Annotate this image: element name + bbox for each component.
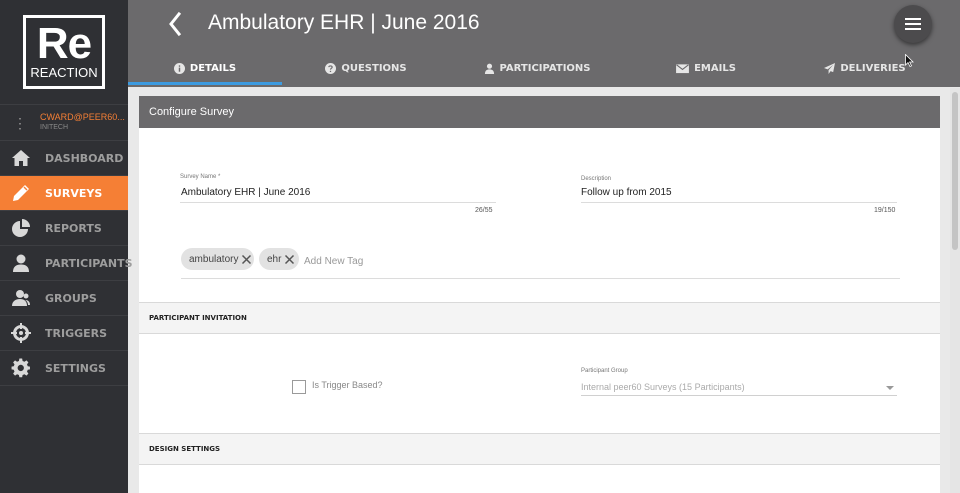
tab-emails[interactable]: EMAILS bbox=[624, 53, 788, 84]
tab-label: DELIVERIES bbox=[840, 63, 906, 74]
user-icon bbox=[484, 63, 494, 74]
tab-label: PARTICIPATIONS bbox=[499, 63, 591, 74]
question-icon bbox=[325, 63, 337, 74]
scrollbar-thumb[interactable] bbox=[952, 92, 958, 250]
pencil-icon bbox=[11, 183, 31, 203]
tag-label: ehr bbox=[267, 253, 282, 265]
menu-line bbox=[905, 28, 921, 30]
sidebar-item-settings[interactable]: SETTINGS bbox=[0, 351, 128, 386]
description-underline bbox=[581, 202, 897, 203]
sidebar-item-participants[interactable]: PARTICIPANTS bbox=[0, 246, 133, 281]
sidebar-item-label: PARTICIPANTS bbox=[45, 256, 133, 270]
menu-line bbox=[905, 23, 921, 25]
crosshair-icon bbox=[11, 323, 31, 343]
sidebar-item-dashboard[interactable]: DASHBOARD bbox=[0, 141, 128, 176]
sidebar-item-triggers[interactable]: TRIGGERS bbox=[0, 316, 128, 351]
description-label: Description bbox=[581, 176, 612, 182]
sidebar-item-surveys[interactable]: SURVEYS bbox=[0, 176, 128, 211]
user-organization: INITECH bbox=[40, 124, 68, 131]
user-icon bbox=[11, 253, 31, 273]
tag-label: ambulatory bbox=[189, 253, 239, 265]
trigger-based-label: Is Trigger Based? bbox=[312, 380, 383, 390]
app-header: Ambulatory EHR | June 2016 DETAILS QUEST… bbox=[128, 0, 960, 87]
gear-icon bbox=[11, 358, 31, 378]
sidebar-item-label: SETTINGS bbox=[45, 361, 106, 375]
tab-deliveries[interactable]: DELIVERIES bbox=[788, 53, 942, 84]
tab-label: QUESTIONS bbox=[341, 63, 407, 74]
sidebar-item-label: TRIGGERS bbox=[45, 326, 108, 340]
page-title: Ambulatory EHR | June 2016 bbox=[208, 11, 480, 34]
sidebar-item-groups[interactable]: GROUPS bbox=[0, 281, 128, 316]
more-vertical-icon[interactable]: ⋮ bbox=[0, 116, 40, 130]
design-settings-header: DESIGN SETTINGS bbox=[139, 433, 940, 465]
survey-name-underline bbox=[180, 202, 496, 203]
active-tab-indicator bbox=[128, 82, 282, 85]
paper-plane-icon bbox=[824, 63, 836, 74]
tag-chip-ehr: ehr bbox=[259, 248, 299, 270]
reaction-logo[interactable]: Re REACTION bbox=[23, 15, 105, 89]
pie-chart-icon bbox=[11, 218, 31, 238]
user-account[interactable]: ⋮ CWARD@PEER60... INITECH bbox=[0, 105, 128, 141]
menu-line bbox=[905, 18, 921, 20]
trigger-based-checkbox[interactable] bbox=[292, 380, 306, 394]
tab-questions[interactable]: QUESTIONS bbox=[282, 53, 450, 84]
survey-name-label: Survey Name * bbox=[180, 174, 221, 180]
sidebar-item-label: SURVEYS bbox=[45, 186, 103, 200]
participant-group-underline bbox=[581, 395, 897, 396]
user-email: CWARD@PEER60... bbox=[40, 112, 125, 122]
tab-details[interactable]: DETAILS bbox=[128, 53, 282, 84]
close-icon[interactable] bbox=[284, 254, 295, 265]
home-icon bbox=[11, 148, 31, 168]
survey-tabs: DETAILS QUESTIONS PARTICIPATIONS EMAILS … bbox=[128, 53, 960, 84]
survey-name-counter: 26/55 bbox=[475, 207, 493, 214]
close-icon[interactable] bbox=[241, 254, 252, 265]
info-icon bbox=[173, 63, 185, 74]
tab-label: DETAILS bbox=[189, 63, 237, 74]
mouse-cursor-icon bbox=[905, 54, 914, 67]
logo-wordmark: REACTION bbox=[30, 65, 98, 80]
sidebar-item-label: GROUPS bbox=[45, 291, 97, 305]
description-counter: 19/150 bbox=[874, 207, 896, 214]
tag-chip-ambulatory: ambulatory bbox=[181, 248, 254, 270]
add-tag-input[interactable]: Add New Tag bbox=[304, 256, 363, 267]
survey-name-input[interactable]: Ambulatory EHR | June 2016 bbox=[181, 187, 310, 198]
participant-invitation-header: PARTICIPANT INVITATION bbox=[139, 302, 940, 334]
tag-underline bbox=[181, 278, 900, 279]
group-icon bbox=[11, 288, 31, 308]
participant-group-label: Participant Group bbox=[581, 368, 628, 374]
participant-group-select[interactable]: Internal peer60 Surveys (15 Participants… bbox=[581, 382, 745, 392]
envelope-icon bbox=[676, 64, 689, 74]
sidebar-item-reports[interactable]: REPORTS bbox=[0, 211, 128, 246]
configure-survey-card: Configure Survey Survey Name * Ambulator… bbox=[139, 96, 940, 493]
back-arrow-icon[interactable] bbox=[164, 10, 188, 38]
sidebar-item-label: DASHBOARD bbox=[45, 151, 124, 165]
logo-area: Re REACTION bbox=[0, 0, 128, 105]
sidebar: Re REACTION ⋮ CWARD@PEER60... INITECH DA… bbox=[0, 0, 133, 493]
card-title: Configure Survey bbox=[139, 96, 940, 128]
sidebar-item-label: REPORTS bbox=[45, 221, 102, 235]
description-input[interactable]: Follow up from 2015 bbox=[581, 187, 672, 198]
hamburger-menu-button[interactable] bbox=[894, 5, 932, 43]
tab-participations[interactable]: PARTICIPATIONS bbox=[450, 53, 624, 84]
chevron-down-icon[interactable] bbox=[886, 386, 894, 390]
logo-mark: Re bbox=[36, 19, 92, 68]
tab-label: EMAILS bbox=[694, 63, 736, 74]
